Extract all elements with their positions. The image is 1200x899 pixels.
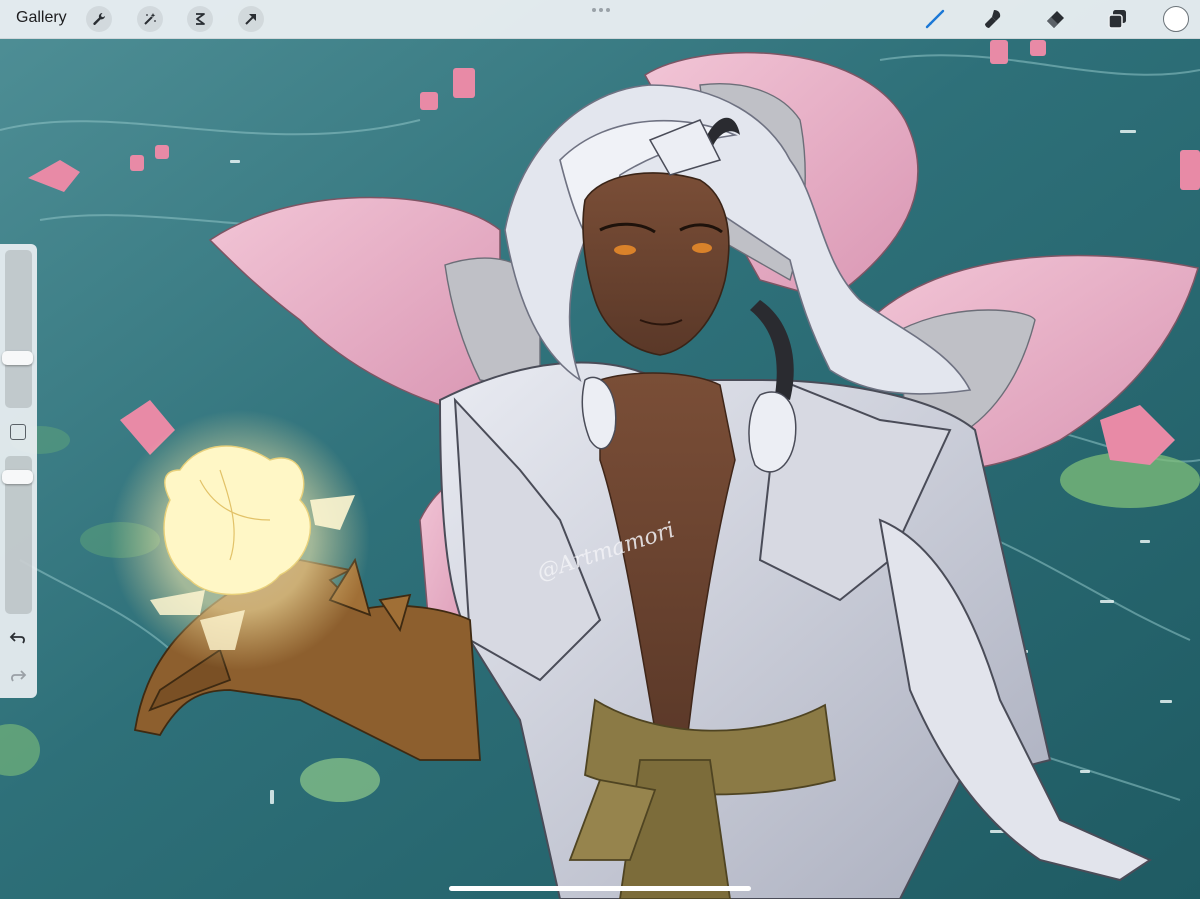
brush-size-slider[interactable] [2, 250, 33, 408]
left-sidebar [0, 244, 37, 698]
wrench-icon[interactable] [86, 6, 112, 32]
transform-arrow-icon[interactable] [238, 6, 264, 32]
brush-size-thumb[interactable] [2, 351, 33, 365]
eraser-icon[interactable] [1042, 6, 1068, 32]
undo-icon[interactable] [8, 630, 28, 646]
opacity-slider[interactable] [2, 456, 33, 614]
gallery-button[interactable]: Gallery [16, 9, 67, 27]
top-toolbar: Gallery [0, 0, 1200, 39]
toolbar-grabber-handle[interactable] [590, 8, 612, 14]
smudge-icon[interactable] [981, 6, 1007, 32]
brush-icon[interactable] [922, 6, 948, 32]
glowing-lotus [110, 410, 370, 670]
modify-square-icon[interactable] [10, 424, 26, 440]
home-indicator[interactable] [449, 886, 751, 891]
color-picker-well[interactable] [1163, 6, 1189, 32]
selection-icon[interactable] [187, 6, 213, 32]
opacity-thumb[interactable] [2, 470, 33, 484]
magic-wand-icon[interactable] [137, 6, 163, 32]
redo-icon[interactable] [8, 668, 28, 684]
layers-icon[interactable] [1104, 6, 1130, 32]
artwork-canvas[interactable]: @Artmamori [0, 0, 1200, 899]
